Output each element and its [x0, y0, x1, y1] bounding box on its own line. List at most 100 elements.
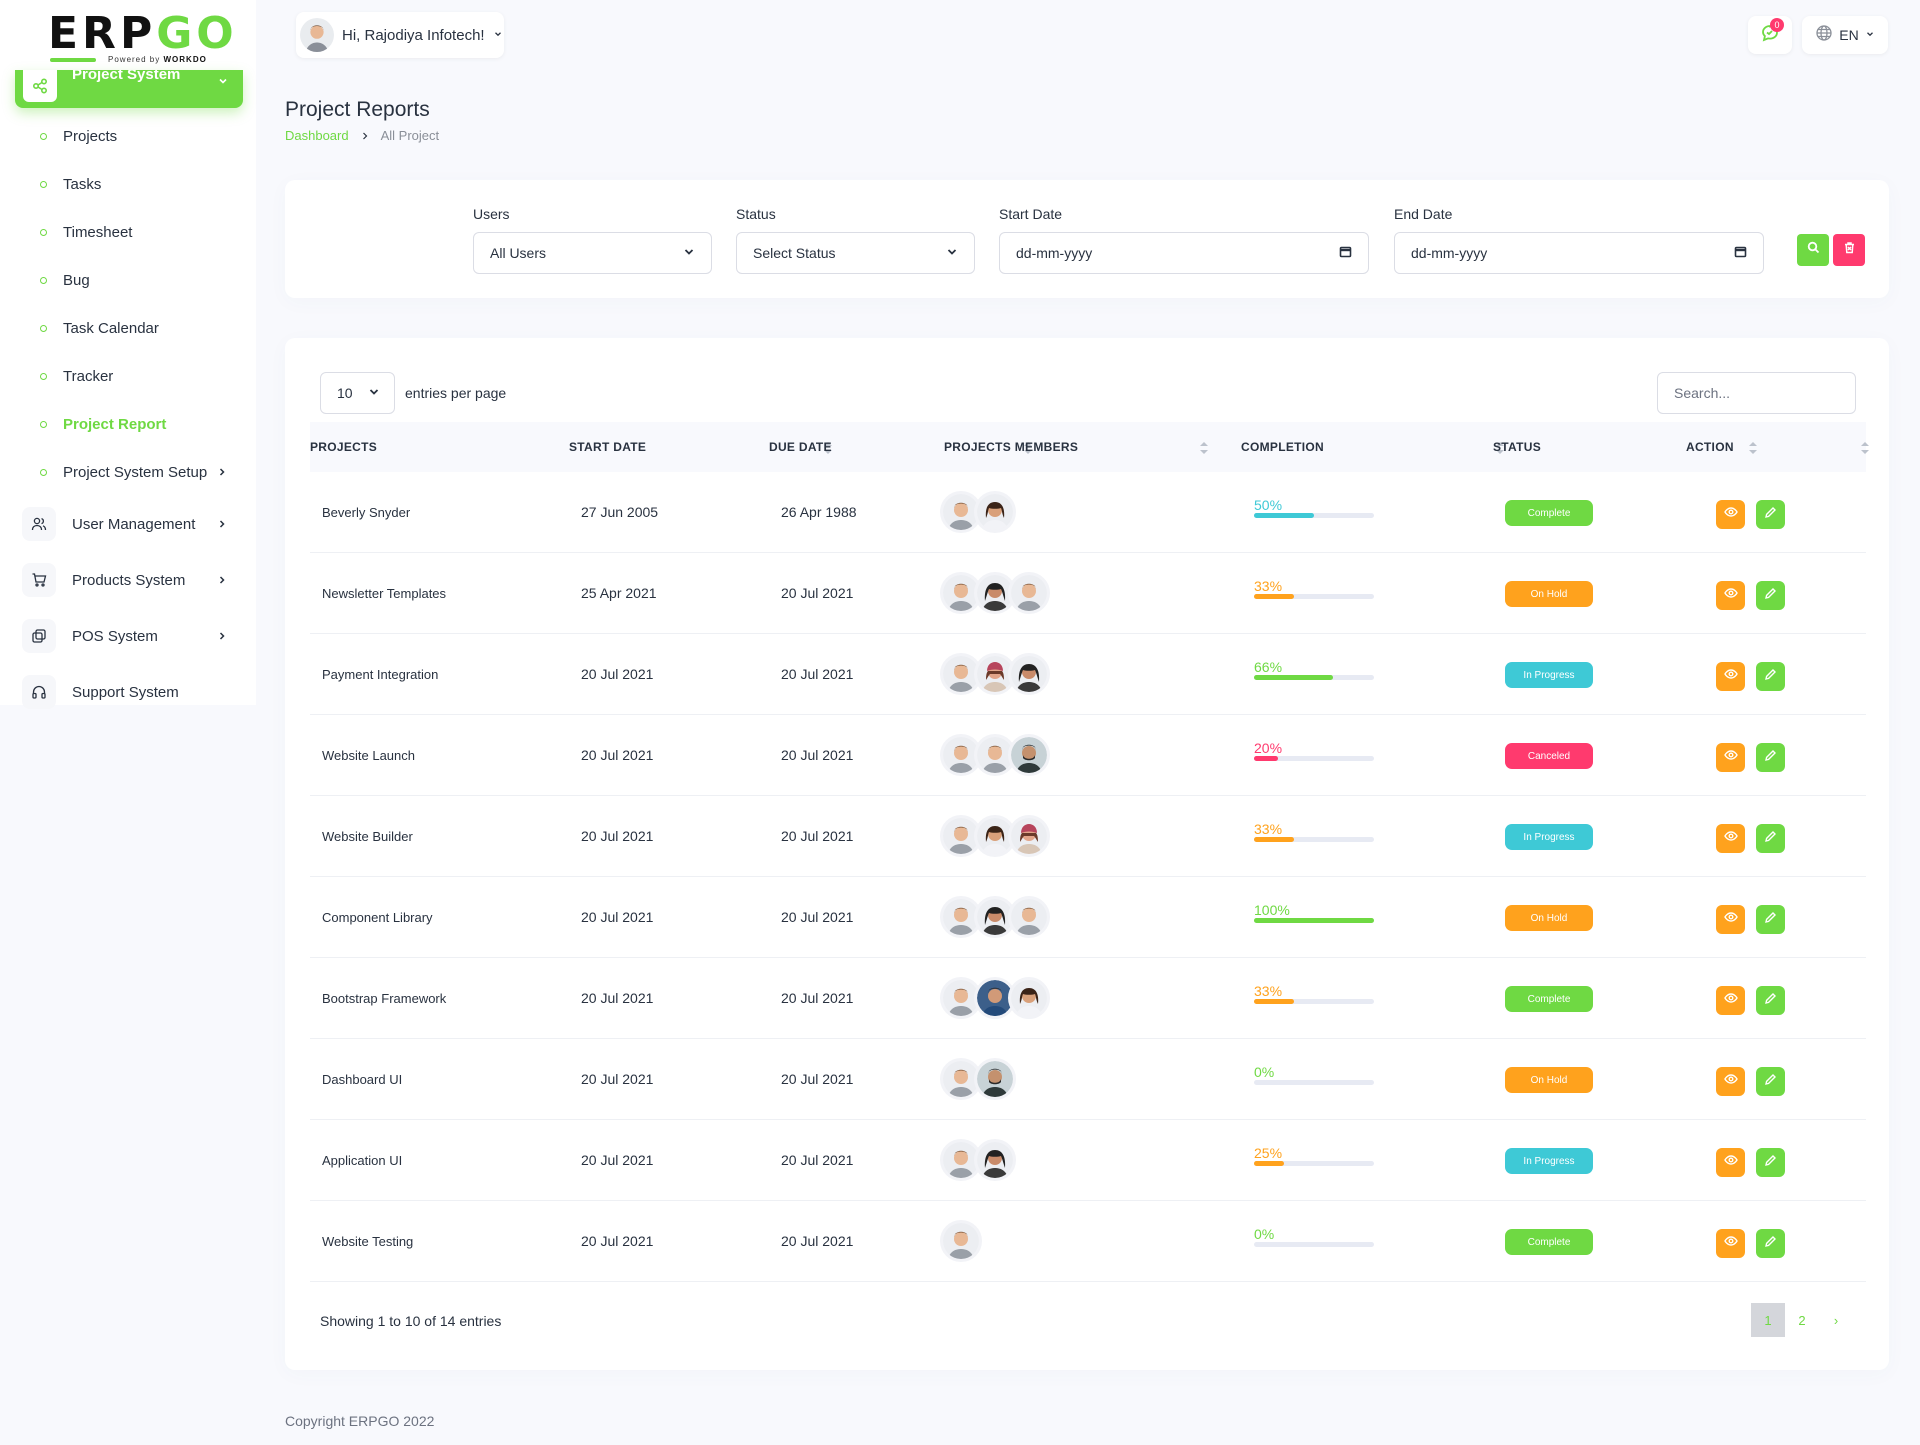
member-avatar[interactable] — [974, 1139, 1016, 1181]
member-avatar[interactable] — [974, 491, 1016, 533]
bullet-icon — [40, 421, 47, 428]
view-button[interactable] — [1716, 986, 1745, 1015]
completion-progress-fill — [1254, 837, 1294, 842]
view-button[interactable] — [1716, 743, 1745, 772]
member-avatar[interactable] — [1008, 572, 1050, 614]
column-header-start-date[interactable]: START DATE — [569, 422, 646, 472]
entries-per-page-select[interactable]: 10 — [320, 372, 395, 414]
page-button-1[interactable]: 1 — [1751, 1303, 1785, 1337]
view-button[interactable] — [1716, 500, 1745, 529]
sidebar-item-products-system[interactable]: Products System — [22, 562, 237, 598]
pencil-icon — [1764, 1235, 1777, 1253]
edit-button[interactable] — [1756, 500, 1785, 529]
project-name[interactable]: Website Builder — [322, 796, 413, 876]
member-avatar[interactable] — [1008, 734, 1050, 776]
view-button[interactable] — [1716, 1067, 1745, 1096]
sidebar-item-task-calendar[interactable]: Task Calendar — [40, 316, 159, 340]
view-button[interactable] — [1716, 581, 1745, 610]
column-header-members[interactable]: PROJECTS MEMBERS — [944, 422, 1078, 472]
table-search-input[interactable] — [1657, 372, 1856, 414]
eye-icon — [1724, 1234, 1738, 1253]
sidebar-section-project-system[interactable]: Project System — [15, 70, 243, 108]
project-name[interactable]: Application UI — [322, 1120, 402, 1200]
due-date: 20 Jul 2021 — [781, 634, 853, 714]
sidebar-item-timesheet[interactable]: Timesheet — [40, 220, 132, 244]
sidebar-item-project-system-setup[interactable]: Project System Setup — [40, 460, 227, 484]
layers-icon — [22, 619, 56, 653]
edit-button[interactable] — [1756, 743, 1785, 772]
project-name[interactable]: Component Library — [322, 877, 433, 957]
sort-icon[interactable] — [1200, 442, 1208, 454]
completion-progress-bar — [1254, 837, 1374, 842]
edit-button[interactable] — [1756, 824, 1785, 853]
edit-button[interactable] — [1756, 1229, 1785, 1258]
calendar-icon[interactable] — [1339, 245, 1352, 261]
project-name[interactable]: Website Launch — [322, 715, 415, 795]
language-dropdown[interactable]: EN — [1802, 16, 1888, 54]
view-button[interactable] — [1716, 1229, 1745, 1258]
apply-filter-button[interactable] — [1797, 234, 1829, 266]
user-menu[interactable]: Hi, Rajodiya Infotech! — [296, 12, 504, 58]
bullet-icon — [40, 229, 47, 236]
column-header-action[interactable]: ACTION — [1686, 422, 1734, 472]
column-header-due-date[interactable]: DUE DATE — [769, 422, 832, 472]
sidebar-item-projects[interactable]: Projects — [40, 124, 117, 148]
member-avatar[interactable] — [1008, 896, 1050, 938]
edit-button[interactable] — [1756, 1067, 1785, 1096]
end-date-input[interactable]: dd-mm-yyyy — [1394, 232, 1764, 274]
project-name[interactable]: Payment Integration — [322, 634, 438, 714]
page-button-2[interactable]: 2 — [1785, 1303, 1819, 1337]
member-avatar[interactable] — [1008, 977, 1050, 1019]
table-info: Showing 1 to 10 of 14 entries — [320, 1313, 501, 1329]
sidebar-item-label: Project System Setup — [63, 464, 207, 481]
column-header-completion[interactable]: COMPLETION — [1241, 422, 1324, 472]
sidebar-item-bug[interactable]: Bug — [40, 268, 90, 292]
edit-button[interactable] — [1756, 1148, 1785, 1177]
column-header-status[interactable]: STATUS — [1493, 422, 1541, 472]
next-page-button[interactable]: › — [1819, 1303, 1853, 1337]
edit-button[interactable] — [1756, 662, 1785, 691]
status-badge: In Progress — [1505, 824, 1593, 850]
sort-icon[interactable] — [1861, 442, 1869, 454]
edit-button[interactable] — [1756, 986, 1785, 1015]
users-select[interactable]: All Users — [473, 232, 712, 274]
view-button[interactable] — [1716, 1148, 1745, 1177]
view-button[interactable] — [1716, 662, 1745, 691]
project-name[interactable]: Beverly Snyder — [322, 472, 410, 552]
reset-filter-button[interactable] — [1833, 234, 1865, 266]
completion-progress-bar — [1254, 918, 1374, 923]
sidebar-item-support-system[interactable]: Support System — [22, 674, 237, 710]
start-date-value: dd-mm-yyyy — [1016, 245, 1092, 261]
status-badge: On Hold — [1505, 581, 1593, 607]
view-button[interactable] — [1716, 905, 1745, 934]
sidebar-item-label: Products System — [72, 572, 185, 589]
member-avatar[interactable] — [974, 1058, 1016, 1100]
project-name[interactable]: Website Testing — [322, 1201, 413, 1281]
sidebar-item-tracker[interactable]: Tracker — [40, 364, 113, 388]
table-row: Website Launch20 Jul 202120 Jul 202120%C… — [310, 715, 1866, 796]
sidebar-item-user-management[interactable]: User Management — [22, 506, 237, 542]
brand-logo[interactable]: ERPGO Powered by WORKDO — [48, 12, 210, 68]
member-avatar[interactable] — [1008, 815, 1050, 857]
view-button[interactable] — [1716, 824, 1745, 853]
project-name[interactable]: Newsletter Templates — [322, 553, 446, 633]
chevron-right-icon — [361, 128, 369, 143]
sidebar-item-project-report[interactable]: Project Report — [40, 412, 166, 436]
breadcrumb-dashboard[interactable]: Dashboard — [285, 128, 349, 143]
start-date-input[interactable]: dd-mm-yyyy — [999, 232, 1369, 274]
sidebar-item-pos-system[interactable]: POS System — [22, 618, 237, 654]
project-name[interactable]: Dashboard UI — [322, 1039, 402, 1119]
member-avatar[interactable] — [940, 1220, 982, 1262]
calendar-icon[interactable] — [1734, 245, 1747, 261]
column-header-projects[interactable]: PROJECTS — [310, 422, 377, 472]
notification-button[interactable]: 0 — [1748, 16, 1792, 54]
sort-icon[interactable] — [1749, 442, 1757, 454]
project-name[interactable]: Bootstrap Framework — [322, 958, 446, 1038]
edit-button[interactable] — [1756, 581, 1785, 610]
table-row: Payment Integration20 Jul 202120 Jul 202… — [310, 634, 1866, 715]
breadcrumb-all-project: All Project — [381, 128, 440, 143]
sidebar-item-tasks[interactable]: Tasks — [40, 172, 101, 196]
member-avatar[interactable] — [1008, 653, 1050, 695]
edit-button[interactable] — [1756, 905, 1785, 934]
status-select[interactable]: Select Status — [736, 232, 975, 274]
